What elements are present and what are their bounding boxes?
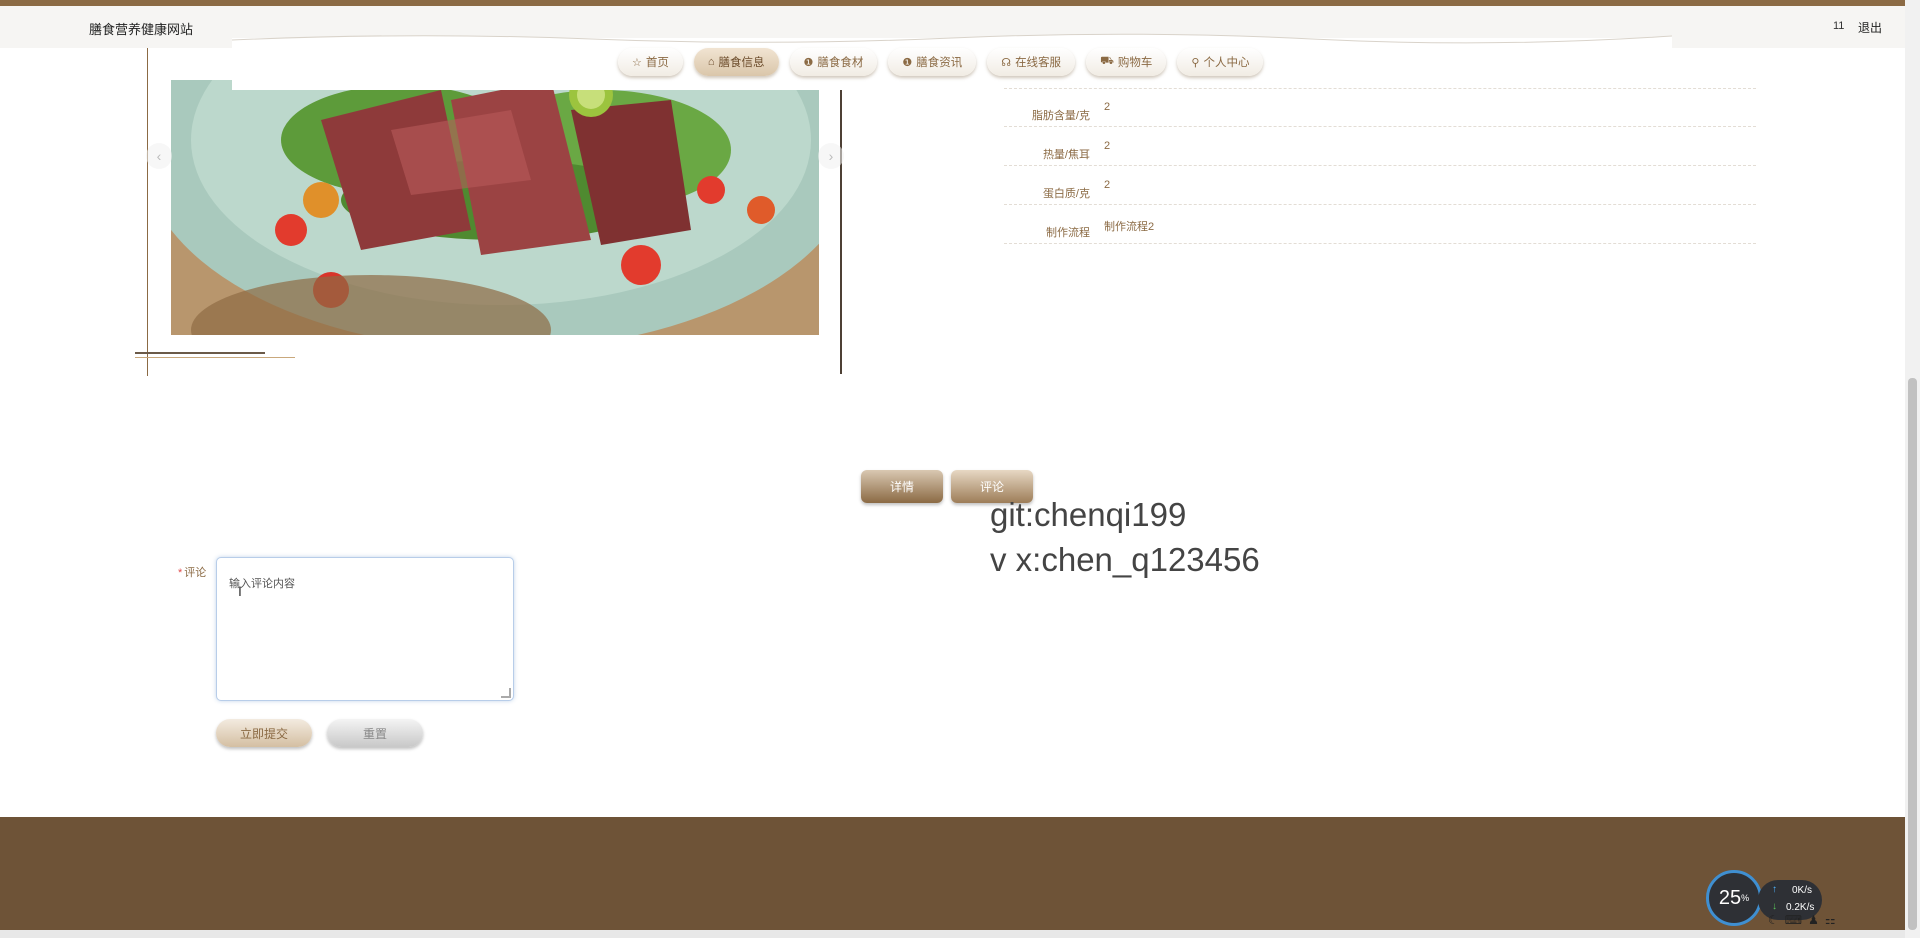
- scrollbar-thumb[interactable]: [1908, 378, 1917, 930]
- required-mark: *: [178, 567, 183, 579]
- download-arrow-icon: ↓: [1772, 901, 1777, 912]
- logout-link[interactable]: 退出: [1858, 19, 1882, 36]
- nav-wave-decoration: [232, 33, 1672, 46]
- system-tray: ☾ ⌨ ♟ ⚏: [1768, 913, 1836, 927]
- carousel-prev-arrow[interactable]: ‹: [146, 143, 172, 169]
- star-icon: ☆: [632, 56, 642, 69]
- nav-label: 在线客服: [1015, 57, 1062, 69]
- nav-label: 膳食资讯: [916, 57, 963, 69]
- comment-label: * 评论: [178, 564, 206, 580]
- detail-row-protein: 蛋白质/克 2: [1004, 167, 1756, 205]
- info-circle-icon: ❶: [902, 56, 913, 69]
- download-speed: 0.2K/s: [1786, 902, 1815, 913]
- decorative-line: [135, 357, 295, 358]
- detail-value: 2: [1104, 101, 1111, 113]
- decorative-line: [135, 352, 265, 354]
- tab-details[interactable]: 详情: [861, 470, 943, 503]
- nav-profile[interactable]: ⚲ 个人中心: [1177, 48, 1264, 76]
- headset-icon: ☊: [1001, 56, 1012, 69]
- nav-ingredients[interactable]: ❶ 膳食食材: [789, 48, 878, 76]
- nav-meal-info[interactable]: ⌂ 膳食信息: [693, 48, 779, 76]
- detail-label: 蛋白质/克: [1042, 188, 1090, 200]
- nav-label: 首页: [645, 57, 669, 69]
- nav-label: 膳食信息: [718, 57, 765, 69]
- footer: [0, 817, 1905, 930]
- upload-speed: 0K/s: [1792, 885, 1813, 896]
- nav-cart[interactable]: ⛟ 购物车: [1086, 48, 1167, 76]
- detail-value: 2: [1104, 179, 1111, 191]
- watermark-line: v x:chen_q123456: [990, 541, 1260, 578]
- detail-row-calories: 热量/焦耳 2: [1004, 128, 1756, 166]
- image-frame-right-line: [840, 48, 842, 374]
- nav-label: 个人中心: [1203, 57, 1250, 69]
- detail-value: 制作流程2: [1104, 221, 1155, 233]
- detail-value: 2: [1104, 140, 1111, 152]
- dish-image: [171, 80, 819, 335]
- moon-icon[interactable]: ☾: [1768, 913, 1779, 927]
- nav-news[interactable]: ❶ 膳食资讯: [888, 48, 977, 76]
- detail-label: 脂肪含量/克: [1031, 110, 1090, 122]
- cpu-value: 25: [1718, 886, 1742, 909]
- info-circle-icon: ❶: [803, 56, 814, 69]
- comment-label-text: 评论: [184, 567, 207, 579]
- upload-arrow-icon: ↑: [1772, 884, 1777, 895]
- detail-table: 脂肪含量/克 2 热量/焦耳 2 蛋白质/克 2 制作流程 制作流程2: [1004, 88, 1756, 245]
- image-frame-left-line: [147, 48, 148, 376]
- user-icon: ⚲: [1191, 56, 1200, 69]
- detail-label: 热量/焦耳: [1042, 149, 1090, 161]
- person-icon[interactable]: ♟: [1808, 913, 1819, 927]
- dish-illustration: [171, 80, 819, 335]
- nav-online-service[interactable]: ☊ 在线客服: [987, 48, 1076, 76]
- bottom-strip: [0, 930, 1920, 938]
- text-cursor-icon: I: [238, 583, 242, 599]
- comment-textarea[interactable]: 输入评论内容: [216, 557, 514, 701]
- site-title: 膳食营养健康网站: [89, 22, 194, 37]
- submit-button[interactable]: 立即提交: [216, 719, 312, 747]
- user-count: 11: [1833, 20, 1845, 32]
- reset-button[interactable]: 重置: [327, 719, 423, 747]
- nav-home[interactable]: ☆ 首页: [618, 48, 683, 76]
- main-nav: ☆ 首页 ⌂ 膳食信息 ❶ 膳食食材 ❶ 膳食资讯 ☊ 在线客服 ⛟ 购物车 ⚲…: [618, 48, 1264, 78]
- detail-row-fat: 脂肪含量/克 2: [1004, 88, 1756, 127]
- grid-icon[interactable]: ⚏: [1825, 913, 1836, 927]
- cart-icon: ⛟: [1100, 55, 1114, 67]
- keyboard-icon[interactable]: ⌨: [1785, 913, 1802, 927]
- bag-icon: ⌂: [707, 56, 715, 68]
- detail-label: 制作流程: [1046, 227, 1090, 239]
- nav-label: 膳食食材: [817, 57, 864, 69]
- resize-handle[interactable]: [501, 688, 511, 698]
- detail-row-process: 制作流程 制作流程2: [1004, 206, 1756, 244]
- carousel-next-arrow[interactable]: ›: [818, 143, 844, 169]
- percent-unit: %: [1741, 893, 1750, 903]
- nav-label: 购物车: [1117, 57, 1153, 69]
- watermark: git:chenqi199 v x:chen_q123456: [990, 492, 1260, 582]
- cpu-gauge[interactable]: 25%: [1706, 870, 1762, 926]
- watermark-line: git:chenqi199: [990, 496, 1187, 533]
